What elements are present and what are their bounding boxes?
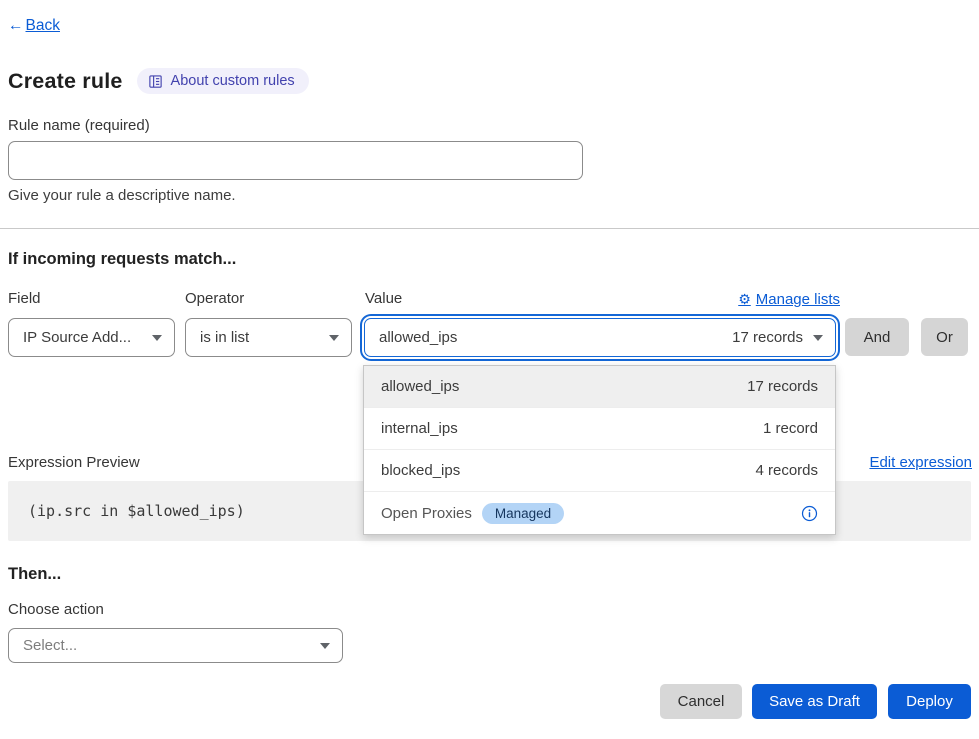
deploy-button[interactable]: Deploy bbox=[888, 684, 971, 719]
create-rule-page: ←Back Create rule About custom rules Rul… bbox=[0, 0, 979, 739]
dropdown-item-internal-ips[interactable]: internal_ips 1 record bbox=[364, 408, 835, 450]
and-button[interactable]: And bbox=[845, 318, 909, 356]
value-dropdown-panel: allowed_ips 17 records internal_ips 1 re… bbox=[363, 365, 836, 535]
value-label: Value bbox=[365, 290, 402, 307]
then-section-heading: Then... bbox=[8, 565, 61, 584]
list-name: Open Proxies bbox=[381, 505, 472, 522]
list-record-count: 4 records bbox=[755, 462, 818, 479]
chevron-down-icon bbox=[813, 335, 823, 341]
book-icon bbox=[148, 74, 163, 89]
expression-preview-label: Expression Preview bbox=[8, 454, 140, 471]
section-divider bbox=[0, 228, 979, 229]
field-label: Field bbox=[8, 290, 41, 307]
back-arrow-icon: ← bbox=[8, 17, 24, 35]
dropdown-item-blocked-ips[interactable]: blocked_ips 4 records bbox=[364, 450, 835, 492]
rule-name-input[interactable] bbox=[8, 141, 583, 180]
list-name: blocked_ips bbox=[381, 462, 755, 479]
managed-badge: Managed bbox=[482, 503, 564, 524]
choose-action-select[interactable]: Select... bbox=[8, 628, 343, 663]
expression-code: (ip.src in $allowed_ips) bbox=[8, 502, 245, 520]
list-record-count: 1 record bbox=[763, 420, 818, 437]
back-link[interactable]: ←Back bbox=[8, 17, 60, 35]
save-as-draft-button[interactable]: Save as Draft bbox=[752, 684, 877, 719]
operator-select[interactable]: is in list bbox=[185, 318, 352, 357]
page-title: Create rule bbox=[8, 69, 123, 94]
field-select[interactable]: IP Source Add... bbox=[8, 318, 175, 357]
or-button[interactable]: Or bbox=[921, 318, 968, 356]
choose-action-label: Choose action bbox=[8, 601, 104, 618]
manage-lists-label: Manage lists bbox=[756, 291, 840, 308]
manage-lists-link[interactable]: ⚙ Manage lists bbox=[738, 291, 840, 308]
value-select-value: allowed_ips bbox=[379, 329, 720, 346]
edit-expression-link[interactable]: Edit expression bbox=[869, 454, 972, 471]
chevron-down-icon bbox=[329, 335, 339, 341]
list-record-count: 17 records bbox=[747, 378, 818, 395]
rule-name-helper: Give your rule a descriptive name. bbox=[8, 187, 236, 204]
chevron-down-icon bbox=[320, 643, 330, 649]
rule-name-label: Rule name (required) bbox=[8, 117, 150, 134]
value-select[interactable]: allowed_ips 17 records bbox=[364, 318, 836, 357]
operator-label: Operator bbox=[185, 290, 244, 307]
about-custom-rules-label: About custom rules bbox=[171, 73, 295, 89]
cancel-button[interactable]: Cancel bbox=[660, 684, 742, 719]
operator-select-value: is in list bbox=[200, 329, 319, 346]
dropdown-item-open-proxies[interactable]: Open Proxies Managed bbox=[364, 492, 835, 534]
chevron-down-icon bbox=[152, 335, 162, 341]
back-label: Back bbox=[26, 17, 60, 34]
list-name: allowed_ips bbox=[381, 378, 747, 395]
info-icon[interactable] bbox=[801, 505, 818, 522]
about-custom-rules-link[interactable]: About custom rules bbox=[137, 68, 309, 94]
field-select-value: IP Source Add... bbox=[23, 329, 142, 346]
dropdown-item-allowed-ips[interactable]: allowed_ips 17 records bbox=[364, 366, 835, 408]
match-section-heading: If incoming requests match... bbox=[8, 250, 236, 269]
title-row: Create rule About custom rules bbox=[8, 68, 309, 94]
value-select-records: 17 records bbox=[732, 329, 803, 346]
list-name: internal_ips bbox=[381, 420, 763, 437]
gear-icon: ⚙ bbox=[738, 291, 751, 308]
choose-action-placeholder: Select... bbox=[23, 637, 310, 654]
